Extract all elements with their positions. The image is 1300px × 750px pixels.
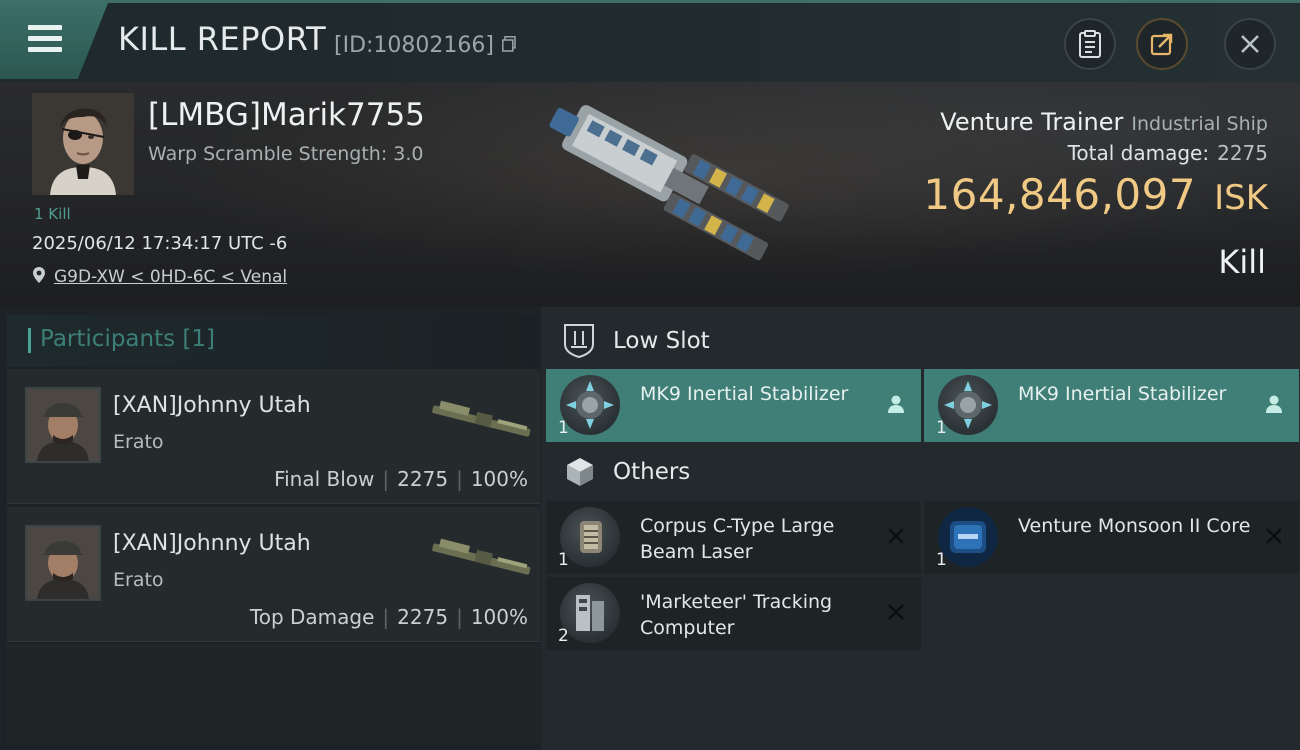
location-pin-icon [33,267,45,283]
module-quantity: 2 [558,626,569,646]
inertial-stabilizer-icon [944,381,992,429]
page-title: KILL REPORT [118,20,327,58]
participant-avatar [25,525,101,601]
total-damage-value: 2275 [1217,141,1268,165]
kill-datetime: 2025/06/12 17:34:17 UTC -6 [32,233,288,254]
participant-role: Final Blow [274,467,375,491]
total-damage: Total damage: 2275 [1068,141,1268,165]
isk-amount: 164,846,097 [923,170,1197,219]
tracking-computer-icon [576,595,604,631]
module-icon [560,583,620,643]
module-icon [560,507,620,567]
victim-name[interactable]: [LMBG]Marik7755 [148,97,425,133]
participants-title: Participants [1] [40,326,215,352]
participant-percent: 100% [470,605,528,629]
participant-ship: Erato [113,569,164,591]
others-title: Others [613,459,691,485]
module-name: Corpus C-Type Large Beam Laser [640,515,835,563]
destroyed-x-icon [888,604,904,620]
ship-name[interactable]: Venture Trainer [940,108,1123,136]
ship-image [549,105,789,261]
participant-percent: 100% [470,467,528,491]
total-damage-label: Total damage: [1067,141,1210,165]
victim-portrait[interactable] [32,93,134,195]
kill-result: Kill [1218,243,1266,281]
fitted-person-icon [888,395,904,413]
destroyed-x-icon [1266,528,1282,544]
destroyed-x-icon [888,528,904,544]
isk-unit: ISK [1214,178,1268,218]
module-quantity: 1 [936,418,947,438]
report-id: [ID:10802166] [334,33,494,58]
ship-core-icon [950,521,986,553]
participant-role: Top Damage [249,605,375,629]
module-icon [938,375,998,435]
module-name: 'Marketeer' Tracking Computer [640,591,833,639]
module-item[interactable]: 1 MK9 Inertial Stabilizer [546,369,921,442]
share-icon [1150,33,1173,56]
participant-card[interactable]: [XAN]Johnny Utah Erato Final Blow | 2275 | 1… [7,369,540,504]
avatar [27,527,99,599]
participant-avatar [25,387,101,463]
clipboard-icon [1079,30,1101,58]
close-button[interactable] [1224,18,1276,70]
stat-divider: | [456,467,463,491]
participant-name[interactable]: [XAN]Johnny Utah [113,531,311,556]
fitted-person-icon [1266,395,1282,413]
low-slot-title: Low Slot [613,328,710,354]
participant-card[interactable]: [XAN]Johnny Utah Erato Top Damage | 2275 | 1… [7,507,540,642]
inertial-stabilizer-icon [566,381,614,429]
module-item[interactable]: 1 Venture Monsoon II Core [924,501,1299,574]
module-quantity: 1 [936,550,947,570]
participant-damage: 2275 [397,467,449,491]
stat-divider: | [382,467,390,491]
module-name: Venture Monsoon II Core [1018,515,1251,537]
participants-empty-area [7,644,540,744]
weapon-icon [432,538,531,575]
module-icon [938,507,998,567]
module-name: MK9 Inertial Stabilizer [1018,383,1227,405]
avatar [32,93,134,195]
participant-ship: Erato [113,431,164,453]
kill-count: 1 Kill [34,205,71,223]
low-slot-icon [564,324,594,358]
module-item[interactable]: 2 'Marketeer' Tracking Computer [546,577,921,650]
module-quantity: 1 [558,418,569,438]
isk-value: 164,846,097 ISK [923,170,1268,219]
participant-stats: Final Blow | 2275 | 100% [274,467,528,491]
cube-icon [567,458,593,486]
participant-stats: Top Damage | 2275 | 100% [250,605,528,629]
participant-name[interactable]: [XAN]Johnny Utah [113,393,311,418]
copy-icon[interactable] [502,36,516,52]
module-name: MK9 Inertial Stabilizer [640,383,849,405]
module-item[interactable]: 1 MK9 Inertial Stabilizer [924,369,1299,442]
participant-damage: 2275 [397,605,449,629]
ship-info: Venture Trainer Industrial Ship [940,108,1268,136]
avatar [27,389,99,461]
ship-class: Industrial Ship [1131,113,1268,135]
share-button[interactable] [1136,18,1188,70]
clipboard-button[interactable] [1064,18,1116,70]
close-icon [1241,35,1259,53]
stat-divider: | [382,605,390,629]
stat-divider: | [456,605,463,629]
weapon-icon [432,400,531,437]
beam-laser-icon [580,521,602,553]
module-item[interactable]: 1 Corpus C-Type Large Beam Laser [546,501,921,574]
location-link[interactable]: G9D-XW < 0HD-6C < Venal [54,267,287,287]
warp-scramble-strength: Warp Scramble Strength: 3.0 [148,143,424,165]
module-quantity: 1 [558,550,569,570]
participants-accent-bar [28,328,31,353]
module-icon [560,375,620,435]
